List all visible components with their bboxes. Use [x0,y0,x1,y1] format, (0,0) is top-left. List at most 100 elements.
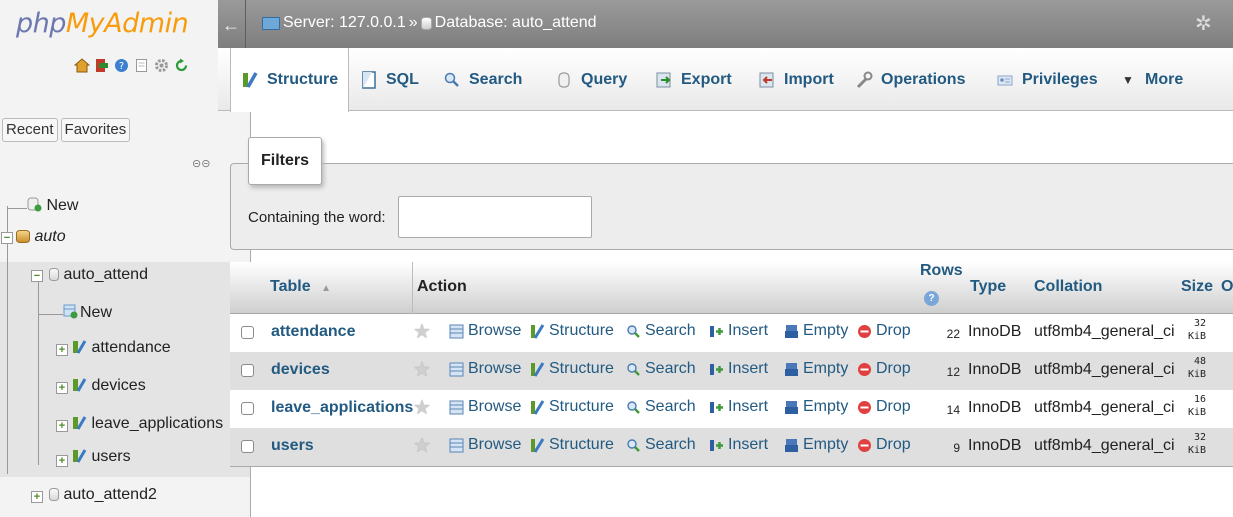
tree-item-table-leave-applications[interactable]: leave_applications [72,415,223,433]
browse-link[interactable]: Browse [449,398,521,416]
favorite-star-icon[interactable]: ★ [413,433,431,458]
tree-line [38,314,63,315]
tab-structure[interactable]: Structure [230,48,350,112]
expand-toggle[interactable]: + [31,491,43,503]
size-value[interactable]: 16 KiB [1182,393,1206,419]
drop-link[interactable]: Drop [857,398,911,416]
search-link[interactable]: Search [626,322,696,340]
table-name-link[interactable]: users [271,437,314,455]
column-header-collation[interactable]: Collation [1034,278,1102,296]
browse-link[interactable]: Browse [449,322,521,340]
tab-operations[interactable]: Operations [855,48,965,111]
expand-toggle[interactable]: + [56,382,68,394]
breadcrumb-database-link[interactable]: Database: auto_attend [435,14,597,32]
expand-toggle[interactable]: + [56,420,68,432]
size-value[interactable]: 48 KiB [1182,355,1206,381]
row-checkbox[interactable] [241,440,254,453]
home-icon[interactable] [73,57,90,74]
structure-link[interactable]: Structure [530,436,614,454]
settings-gear-icon[interactable]: ✲ [1195,11,1212,36]
exit-icon[interactable] [93,57,110,74]
tab-bar: Structure SQL Search Query Export Import… [218,48,1233,112]
collapse-toggle[interactable]: − [1,232,13,244]
tab-search[interactable]: Search [443,48,522,111]
tree-item-table-attendance[interactable]: attendance [72,339,171,357]
favorites-button[interactable]: Favorites [60,118,131,142]
tree-item-table-users[interactable]: users [72,448,131,466]
drop-link[interactable]: Drop [857,436,911,454]
logo-php: php [16,8,66,39]
reload-icon[interactable] [173,57,190,74]
table-name-link[interactable]: leave_applications [271,399,413,417]
recent-button[interactable]: Recent [2,118,58,142]
browse-link[interactable]: Browse [449,436,521,454]
filter-label: Containing the word: [248,209,386,226]
insert-link[interactable]: Insert [709,436,768,454]
table-name-link[interactable]: attendance [271,323,355,341]
collapse-toggle[interactable]: − [31,270,43,282]
favorite-star-icon[interactable]: ★ [413,357,431,382]
row-checkbox[interactable] [241,326,254,339]
drop-icon [858,362,871,376]
tree-item-new-database[interactable]: New [27,197,78,215]
collapse-navigation-arrow-icon[interactable]: ← [222,15,240,36]
settings-icon[interactable] [153,57,170,74]
row-checkbox[interactable] [241,402,254,415]
favorite-star-icon[interactable]: ★ [413,319,431,344]
docs-icon[interactable] [133,57,150,74]
help-icon[interactable]: ? [113,57,130,74]
column-header-size[interactable]: Size [1181,278,1213,296]
tree-item-new-table[interactable]: New [63,304,112,322]
tab-privileges[interactable]: Privileges [996,48,1098,111]
tab-import[interactable]: Import [758,48,834,111]
database-icon [49,488,59,501]
table-structure-icon [73,340,87,354]
empty-icon [785,324,798,338]
tab-more[interactable]: ▼ More [1119,48,1183,111]
insert-link[interactable]: Insert [709,322,768,340]
tree-item-label: auto_attend [63,266,148,283]
expand-toggle[interactable]: + [56,344,68,356]
column-header-rows[interactable]: Rows [920,262,963,280]
size-value[interactable]: 32 KiB [1182,431,1206,457]
search-link[interactable]: Search [626,398,696,416]
breadcrumb-server-link[interactable]: Server: 127.0.0.1 [283,14,406,32]
tree-item-database-auto-attend2[interactable]: auto_attend2 [49,486,157,504]
link-with-main-panel-icon[interactable]: ⊝⊝ [192,157,210,170]
column-header-type[interactable]: Type [970,278,1006,296]
expand-toggle[interactable]: + [56,455,68,467]
insert-icon [710,439,723,451]
phpmyadmin-logo[interactable]: phpMyAdmin [16,8,189,39]
engine-type: InnoDB [968,437,1022,454]
tree-item-database-auto-attend[interactable]: auto_attend [49,266,148,284]
structure-link[interactable]: Structure [530,398,614,416]
empty-link[interactable]: Empty [784,322,848,340]
empty-link[interactable]: Empty [784,436,848,454]
structure-link[interactable]: Structure [530,360,614,378]
size-value[interactable]: 32 KiB [1182,317,1206,343]
row-checkbox[interactable] [241,364,254,377]
favorite-star-icon[interactable]: ★ [413,395,431,420]
tab-export[interactable]: Export [655,48,732,111]
insert-link[interactable]: Insert [709,360,768,378]
tab-sql[interactable]: SQL [360,48,419,111]
empty-link[interactable]: Empty [784,398,848,416]
tree-item-server-group[interactable]: auto [16,228,66,246]
insert-link[interactable]: Insert [709,398,768,416]
search-link[interactable]: Search [626,436,696,454]
table-name-link[interactable]: devices [271,361,330,379]
rows-help-icon[interactable]: ? [924,291,939,306]
tree-item-table-devices[interactable]: devices [72,377,146,395]
filter-containing-word-input[interactable] [398,196,592,238]
empty-link[interactable]: Empty [784,360,848,378]
search-link[interactable]: Search [626,360,696,378]
drop-link[interactable]: Drop [857,322,911,340]
structure-link[interactable]: Structure [530,322,614,340]
column-header-table[interactable]: Table ▲ [270,278,331,296]
triangle-down-icon: ▼ [1122,72,1134,87]
drop-link[interactable]: Drop [857,360,911,378]
column-header-overhead[interactable]: O [1221,278,1233,296]
table-structure-icon [73,378,87,392]
browse-link[interactable]: Browse [449,360,521,378]
tab-query[interactable]: Query [555,48,627,111]
